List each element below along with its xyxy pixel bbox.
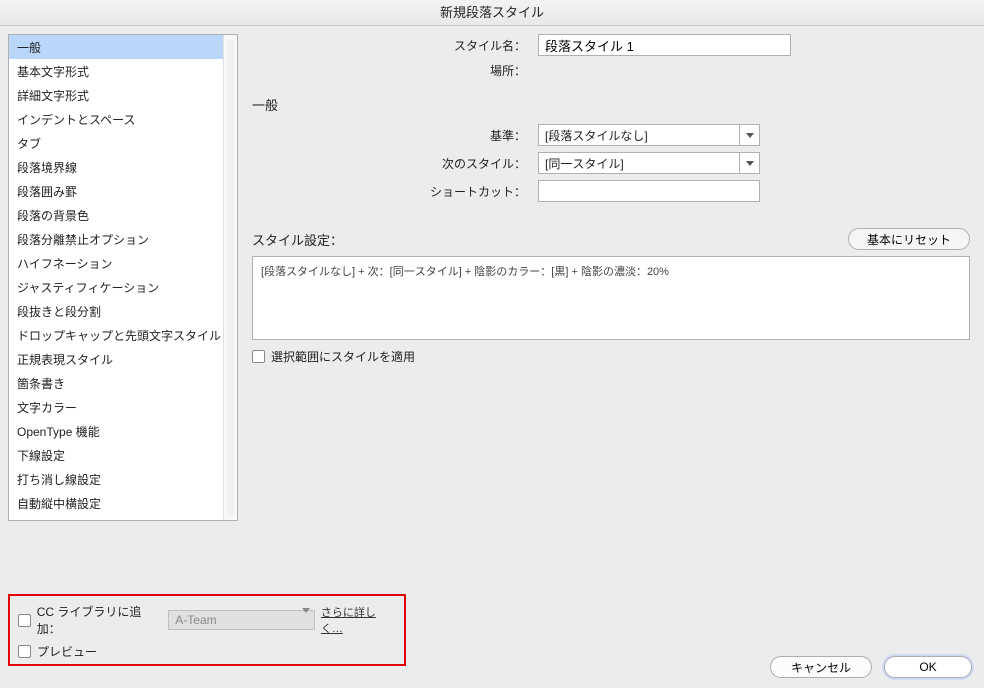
sidebar-item[interactable]: 縦中横設定 (9, 515, 237, 521)
cc-library-value: A-Team (175, 613, 216, 627)
sidebar-item[interactable]: 箇条書き (9, 371, 237, 395)
sidebar-item[interactable]: 一般 (9, 35, 237, 59)
sidebar-item[interactable]: 段落分離禁止オプション (9, 227, 237, 251)
style-settings-summary: [段落スタイルなし] + 次：[同一スタイル] + 陰影のカラー：[黒] + 陰… (252, 256, 970, 340)
sidebar-item[interactable]: 基本文字形式 (9, 59, 237, 83)
sidebar-item[interactable]: ハイフネーション (9, 251, 237, 275)
style-settings-label: スタイル設定： (252, 230, 343, 249)
sidebar-item[interactable]: 文字カラー (9, 395, 237, 419)
sidebar-item[interactable]: 段抜きと段分割 (9, 299, 237, 323)
sidebar-item[interactable]: 段落囲み罫 (9, 179, 237, 203)
dialog-footer: キャンセル OK (770, 656, 972, 678)
chevron-down-icon (302, 613, 310, 627)
reset-to-base-button[interactable]: 基本にリセット (848, 228, 970, 250)
learn-more-link[interactable]: さらに詳しく… (321, 604, 396, 636)
sidebar-item[interactable]: 自動縦中横設定 (9, 491, 237, 515)
cc-library-dropdown[interactable]: A-Team (168, 610, 315, 630)
shortcut-input[interactable] (538, 180, 760, 202)
cc-library-checkbox[interactable] (18, 614, 31, 627)
apply-to-selection-checkbox[interactable] (252, 350, 265, 363)
cancel-button[interactable]: キャンセル (770, 656, 872, 678)
section-heading-general: 一般 (252, 95, 974, 114)
sidebar-item[interactable]: OpenType 機能 (9, 419, 237, 443)
sidebar-item[interactable]: 下線設定 (9, 443, 237, 467)
sidebar-item[interactable]: ドロップキャップと先頭文字スタイル (9, 323, 237, 347)
sidebar-item[interactable]: 打ち消し線設定 (9, 467, 237, 491)
sidebar-item[interactable]: タブ (9, 131, 237, 155)
sidebar-item[interactable]: 段落境界線 (9, 155, 237, 179)
apply-to-selection-label: 選択範囲にスタイルを適用 (271, 348, 415, 365)
based-on-label: 基準： (248, 127, 538, 144)
sidebar-scrollbar[interactable] (223, 35, 237, 520)
sidebar-item[interactable]: 正規表現スタイル (9, 347, 237, 371)
next-style-value: [同一スタイル] (545, 155, 739, 172)
chevron-down-icon (739, 125, 759, 145)
main-panel: スタイル名： 場所： 一般 基準： [段落スタイルなし] 次のスタイル： (248, 34, 974, 365)
preview-checkbox[interactable] (18, 645, 31, 658)
style-name-label: スタイル名： (248, 37, 538, 54)
sidebar-item[interactable]: インデントとスペース (9, 107, 237, 131)
preview-label: プレビュー (37, 643, 97, 660)
based-on-dropdown[interactable]: [段落スタイルなし] (538, 124, 760, 146)
cc-library-area: CC ライブラリに追加： A-Team さらに詳しく… プレビュー (8, 594, 406, 666)
sidebar-item[interactable]: 段落の背景色 (9, 203, 237, 227)
category-sidebar: 一般基本文字形式詳細文字形式インデントとスペースタブ段落境界線段落囲み罫段落の背… (8, 34, 238, 521)
next-style-dropdown[interactable]: [同一スタイル] (538, 152, 760, 174)
cc-library-label: CC ライブラリに追加： (37, 603, 163, 637)
next-style-label: 次のスタイル： (248, 155, 538, 172)
location-label: 場所： (248, 62, 538, 79)
style-name-input[interactable] (538, 34, 791, 56)
dialog-title: 新規段落スタイル (0, 0, 984, 26)
shortcut-label: ショートカット： (248, 183, 538, 200)
sidebar-item[interactable]: ジャスティフィケーション (9, 275, 237, 299)
ok-button[interactable]: OK (884, 656, 972, 678)
highlight-box: CC ライブラリに追加： A-Team さらに詳しく… プレビュー (8, 594, 406, 666)
chevron-down-icon (739, 153, 759, 173)
based-on-value: [段落スタイルなし] (545, 127, 739, 144)
sidebar-item[interactable]: 詳細文字形式 (9, 83, 237, 107)
